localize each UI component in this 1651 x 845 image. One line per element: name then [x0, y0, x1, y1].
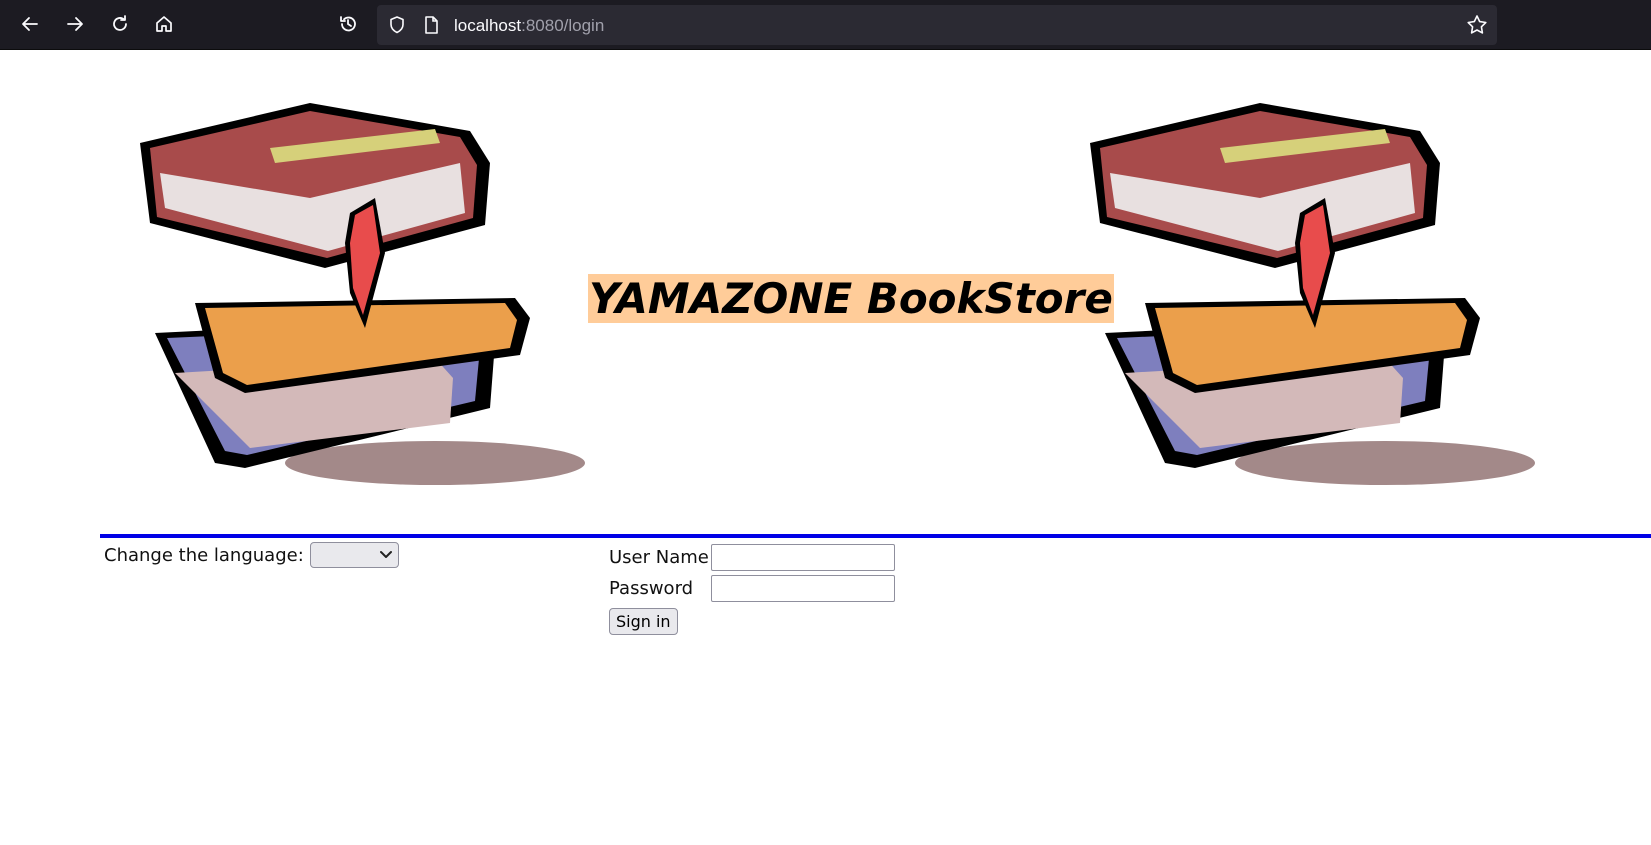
reload-button[interactable]	[105, 9, 135, 39]
password-field[interactable]	[711, 575, 895, 602]
books-image-right	[1090, 103, 1535, 485]
language-select[interactable]	[309, 542, 399, 568]
home-button[interactable]	[149, 9, 179, 39]
password-row: Password	[609, 573, 895, 604]
reload-icon	[113, 15, 127, 31]
back-button[interactable]	[15, 9, 45, 39]
url-bar[interactable]: localhost:8080/login	[377, 5, 1497, 45]
chevron-down-icon	[379, 551, 392, 558]
browser-toolbar: localhost:8080/login	[0, 0, 1651, 50]
username-label: User Name	[609, 547, 709, 568]
username-field[interactable]	[711, 544, 895, 571]
login-form: User Name Password Sign in	[609, 542, 895, 635]
home-icon	[156, 16, 172, 32]
forward-icon	[67, 17, 83, 31]
forward-button[interactable]	[60, 9, 90, 39]
header-divider	[100, 534, 1651, 538]
books-image-left	[140, 103, 585, 485]
star-icon[interactable]	[1465, 13, 1489, 37]
password-label: Password	[609, 578, 694, 599]
history-button[interactable]	[333, 9, 363, 39]
shield-icon[interactable]	[387, 15, 407, 35]
sign-in-button[interactable]: Sign in	[609, 608, 678, 635]
language-label: Change the language:	[104, 544, 304, 566]
language-switcher: Change the language:	[104, 542, 399, 568]
url-host: localhost	[454, 16, 522, 35]
url-text[interactable]: localhost:8080/login	[454, 16, 604, 36]
history-icon	[340, 16, 356, 32]
page-icon[interactable]	[421, 15, 441, 35]
back-icon	[22, 17, 38, 31]
url-path: :8080/login	[521, 16, 605, 35]
page-title: YAMAZONE BookStore	[588, 274, 1114, 323]
username-row: User Name	[609, 542, 895, 573]
